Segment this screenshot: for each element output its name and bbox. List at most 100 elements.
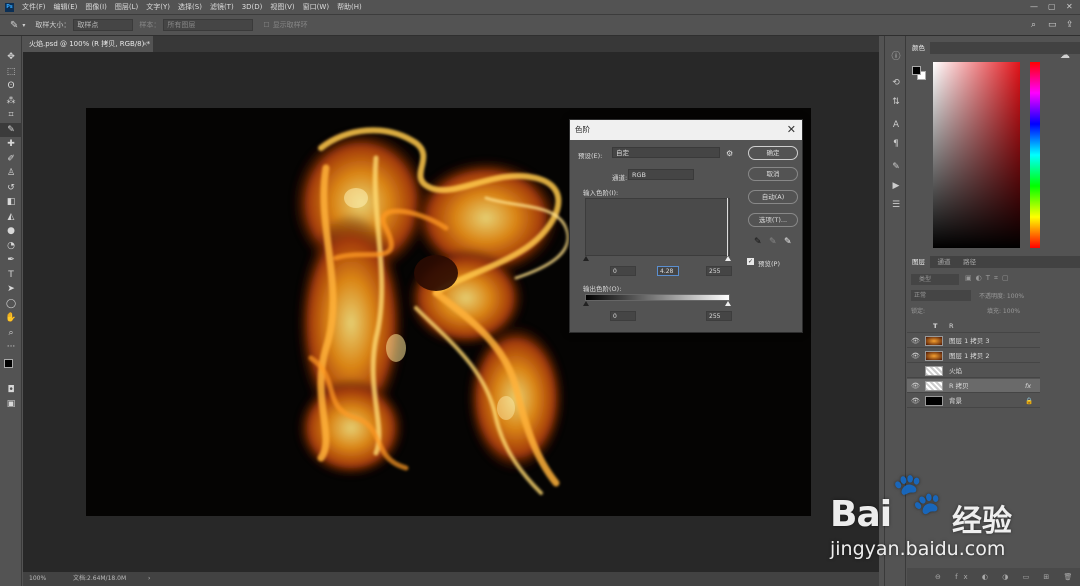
tab-layers[interactable]: 图层 xyxy=(907,256,930,268)
character-icon[interactable]: A xyxy=(885,115,907,134)
hue-slider[interactable] xyxy=(1030,62,1040,248)
menu-filter[interactable]: 滤镜(T) xyxy=(210,2,234,12)
layers-footer-icons[interactable]: ⊖ fx ◐ ◑ ▭ ⊞ 🗑 xyxy=(907,568,1080,586)
screen-mode-icon[interactable]: ▣ xyxy=(0,397,22,412)
clone-stamp-icon[interactable]: ♙ xyxy=(0,166,22,181)
more-tools-icon[interactable]: ··· xyxy=(0,340,22,355)
libraries-icon[interactable]: ☁ xyxy=(1060,50,1070,61)
input-white-field[interactable]: 255 xyxy=(706,266,732,276)
preset-gear-icon[interactable]: ⚙ xyxy=(726,149,733,158)
layer-row[interactable]: 火焰 xyxy=(907,364,1040,378)
close-window-icon[interactable]: ✕ xyxy=(1066,2,1073,11)
input-black-slider[interactable] xyxy=(583,256,589,261)
hand-tool-icon[interactable]: ✋ xyxy=(0,311,22,326)
marquee-tool-icon[interactable]: ⬚ xyxy=(0,65,22,80)
layer-row[interactable]: 👁 图层 1 拷贝 3 xyxy=(907,334,1040,348)
output-black-field[interactable]: 0 xyxy=(610,311,636,321)
history-brush-icon[interactable]: ↺ xyxy=(0,181,22,196)
channel-select[interactable]: RGB xyxy=(628,169,694,180)
auto-button[interactable]: 自动(A) xyxy=(748,190,798,204)
info-icon[interactable]: ⓘ xyxy=(885,46,907,65)
document-tab[interactable]: 火焰.psd @ 100% (R 拷贝, RGB/8) * × xyxy=(23,36,153,52)
zoom-tool-icon[interactable]: ⌕ xyxy=(0,326,22,341)
menu-help[interactable]: 帮助(H) xyxy=(337,2,362,12)
layer-row[interactable]: T R xyxy=(907,319,1040,333)
actions-play-icon[interactable]: ▶ xyxy=(885,176,907,195)
dialog-close-button[interactable]: ✕ xyxy=(787,120,796,140)
options-button[interactable]: 选项(T)... xyxy=(748,213,798,227)
tab-paths[interactable]: 路径 xyxy=(958,256,981,268)
menu-view[interactable]: 视图(V) xyxy=(270,2,294,12)
type-tool-icon[interactable]: T xyxy=(0,268,22,283)
shape-tool-icon[interactable]: ◯ xyxy=(0,297,22,312)
menu-file[interactable]: 文件(F) xyxy=(22,2,46,12)
share-icon[interactable]: ⇪ xyxy=(1066,20,1074,30)
paragraph-icon[interactable]: ¶ xyxy=(885,134,907,153)
menu-3d[interactable]: 3D(D) xyxy=(242,3,263,11)
show-ring-checkbox[interactable]: ☐ xyxy=(263,21,269,29)
visibility-eye-icon[interactable]: 👁 xyxy=(911,334,920,348)
eyedropper-icon[interactable]: ✎ xyxy=(0,122,22,137)
menu-type[interactable]: 文字(Y) xyxy=(146,2,170,12)
input-gamma-field[interactable]: 4.28 xyxy=(657,266,679,276)
tab-channels[interactable]: 通道 xyxy=(933,256,956,268)
healing-brush-icon[interactable]: ✚ xyxy=(0,137,22,152)
eyedropper-tool-icon[interactable]: ✎ xyxy=(10,20,18,31)
color-field[interactable] xyxy=(933,62,1020,248)
lasso-tool-icon[interactable]: ʘ xyxy=(0,79,22,94)
fg-color-mini[interactable] xyxy=(912,66,921,75)
menu-edit[interactable]: 编辑(E) xyxy=(54,2,78,12)
output-black-slider[interactable] xyxy=(583,301,589,306)
visibility-eye-icon[interactable]: 👁 xyxy=(911,394,920,408)
history-icon[interactable]: ⟲ xyxy=(885,73,907,92)
menu-image[interactable]: 图像(I) xyxy=(85,2,107,12)
move-tool-icon[interactable]: ✥ xyxy=(0,50,22,65)
crop-tool-icon[interactable]: ⌗ xyxy=(0,108,22,123)
brush-tool-icon[interactable]: ✐ xyxy=(0,152,22,167)
black-point-eyedropper-icon[interactable]: ✎ xyxy=(754,237,762,247)
opacity-field[interactable]: 不透明度: 100% xyxy=(979,291,1024,300)
layer-effects-badge[interactable]: fx xyxy=(1025,379,1031,393)
pen-tool-icon[interactable]: ✒ xyxy=(0,253,22,268)
layer-filter-icons[interactable]: ▣◐T⌗▢ xyxy=(965,274,1013,283)
sample-layers-select[interactable]: 所有图层 xyxy=(163,19,254,31)
white-point-eyedropper-icon[interactable]: ✎ xyxy=(784,237,792,247)
color-swatches[interactable] xyxy=(0,355,21,383)
properties-icon[interactable]: ☰ xyxy=(885,195,907,214)
preset-select[interactable]: 自定 xyxy=(612,147,720,158)
visibility-eye-icon[interactable]: 👁 xyxy=(911,379,920,393)
magic-wand-tool-icon[interactable]: ⁂ xyxy=(0,94,22,109)
status-menu-arrow[interactable]: › xyxy=(148,572,150,586)
layer-kind-filter[interactable]: 类型 xyxy=(911,274,959,285)
layer-row[interactable]: 👁 背景 🔒 xyxy=(907,394,1040,408)
fill-field[interactable]: 填充: 100% xyxy=(987,306,1020,315)
cancel-button[interactable]: 取消 xyxy=(748,167,798,181)
adjustments-icon[interactable]: ⇅ xyxy=(885,92,907,111)
tool-preset-dropdown[interactable]: ▾ xyxy=(22,22,25,29)
close-tab-icon[interactable]: × xyxy=(142,36,148,52)
minimize-icon[interactable]: — xyxy=(1030,2,1038,11)
ok-button[interactable]: 确定 xyxy=(748,146,798,160)
blur-tool-icon[interactable]: ● xyxy=(0,224,22,239)
visibility-eye-icon[interactable]: 👁 xyxy=(911,349,920,363)
zoom-level[interactable]: 100% xyxy=(29,572,46,586)
menu-select[interactable]: 选择(S) xyxy=(178,2,202,12)
maximize-icon[interactable]: ▢ xyxy=(1048,2,1056,11)
tab-color[interactable]: 颜色 xyxy=(907,42,930,54)
brush-settings-icon[interactable]: ✎ xyxy=(885,157,907,176)
menu-window[interactable]: 窗口(W) xyxy=(303,2,329,12)
foreground-color-swatch[interactable] xyxy=(4,358,13,368)
quick-mask-icon[interactable]: ◘ xyxy=(0,383,22,398)
gray-point-eyedropper-icon[interactable]: ✎ xyxy=(769,237,777,247)
preview-checkbox[interactable]: ✓ xyxy=(747,258,754,265)
workspace-icon[interactable]: ▭ xyxy=(1048,20,1057,30)
input-black-field[interactable]: 0 xyxy=(610,266,636,276)
input-white-slider[interactable] xyxy=(725,256,731,261)
dodge-tool-icon[interactable]: ◔ xyxy=(0,239,22,254)
output-white-slider[interactable] xyxy=(725,301,731,306)
sample-size-select[interactable]: 取样点 xyxy=(73,19,134,31)
eraser-tool-icon[interactable]: ◧ xyxy=(0,195,22,210)
output-white-field[interactable]: 255 xyxy=(706,311,732,321)
paint-bucket-icon[interactable]: ◭ xyxy=(0,210,22,225)
search-icon[interactable]: ⌕ xyxy=(1031,20,1036,30)
